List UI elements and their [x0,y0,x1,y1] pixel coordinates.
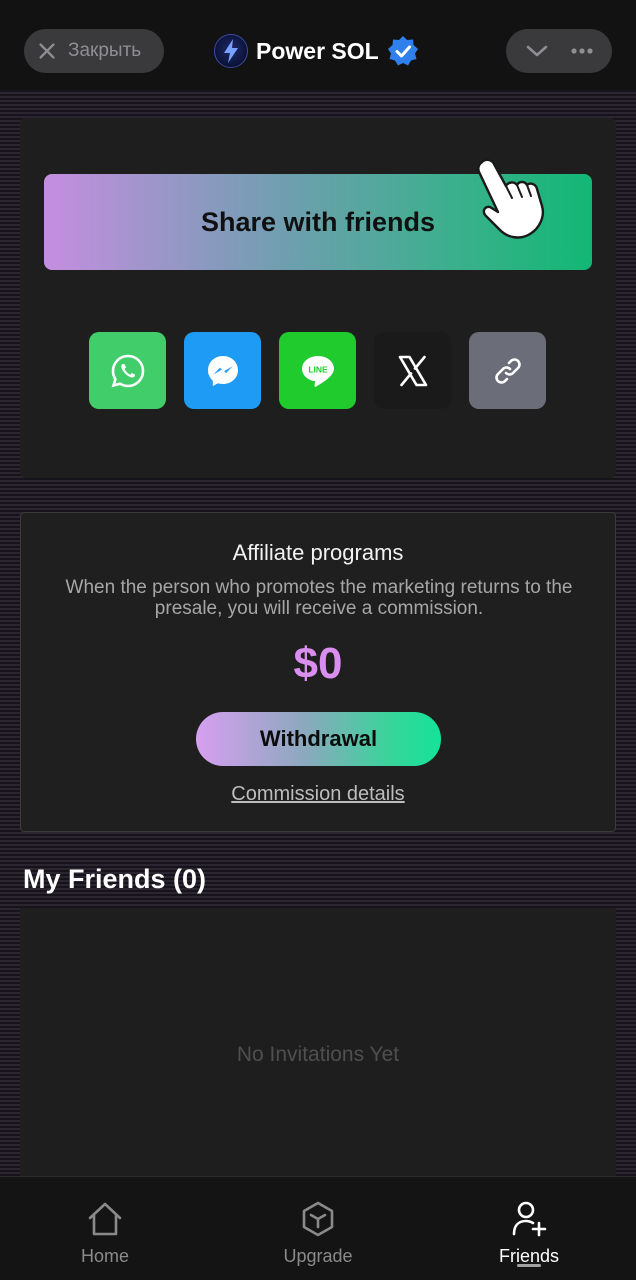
line-icon: LINE [301,355,334,387]
withdrawal-label: Withdrawal [259,726,378,751]
add-friend-icon [512,1201,547,1237]
affiliate-title: Affiliate programs [232,540,404,565]
app-title: Power SOL [256,37,379,64]
nav-item-upgrade[interactable]: Upgrade [248,1177,388,1280]
messenger-share-button[interactable] [184,332,261,409]
x-icon [398,355,427,386]
line-share-button[interactable]: LINE [279,332,356,409]
more-options-icon[interactable] [569,38,595,64]
withdrawal-button[interactable]: Withdrawal [196,712,441,766]
affiliate-card: Affiliate programs When the person who p… [20,512,616,832]
nav-label-upgrade: Upgrade [283,1246,353,1266]
nav-label-home: Home [80,1246,129,1266]
chevron-down-icon[interactable] [524,38,550,64]
x-share-button[interactable] [374,332,451,409]
header-menu [506,29,612,73]
upgrade-icon [302,1201,334,1237]
app-logo [214,34,248,68]
lightning-icon [224,39,238,63]
line-logo-text: LINE [308,364,328,374]
app-title-group: Power SOL [214,34,419,68]
friends-list-panel: No Invitations Yet [20,908,616,1176]
share-button-label: Share with friends [200,206,436,237]
messenger-icon [207,355,238,386]
close-icon [39,43,55,59]
commission-details-link[interactable]: Commission details [21,783,615,806]
nav-item-home[interactable]: Home [35,1177,175,1280]
pointing-hand-icon [477,158,544,239]
close-label: Закрыть [68,40,142,61]
commission-amount: $0 [293,639,343,688]
empty-state-text: No Invitations Yet [236,1043,400,1066]
whatsapp-share-button[interactable] [89,332,166,409]
affiliate-description: When the person who promotes the marketi… [65,577,573,619]
active-tab-indicator [517,1264,541,1267]
link-icon [494,357,521,384]
verified-badge-icon [387,35,419,67]
close-button[interactable]: Закрыть [24,29,164,73]
my-friends-heading: My Friends (0) [23,864,207,894]
share-card: Share with friends LINE [20,118,616,478]
top-bar: Закрыть Power SOL [0,0,636,90]
whatsapp-icon [111,354,144,387]
social-share-row: LINE [89,332,547,409]
copy-link-button[interactable] [469,332,546,409]
home-icon [88,1202,122,1236]
